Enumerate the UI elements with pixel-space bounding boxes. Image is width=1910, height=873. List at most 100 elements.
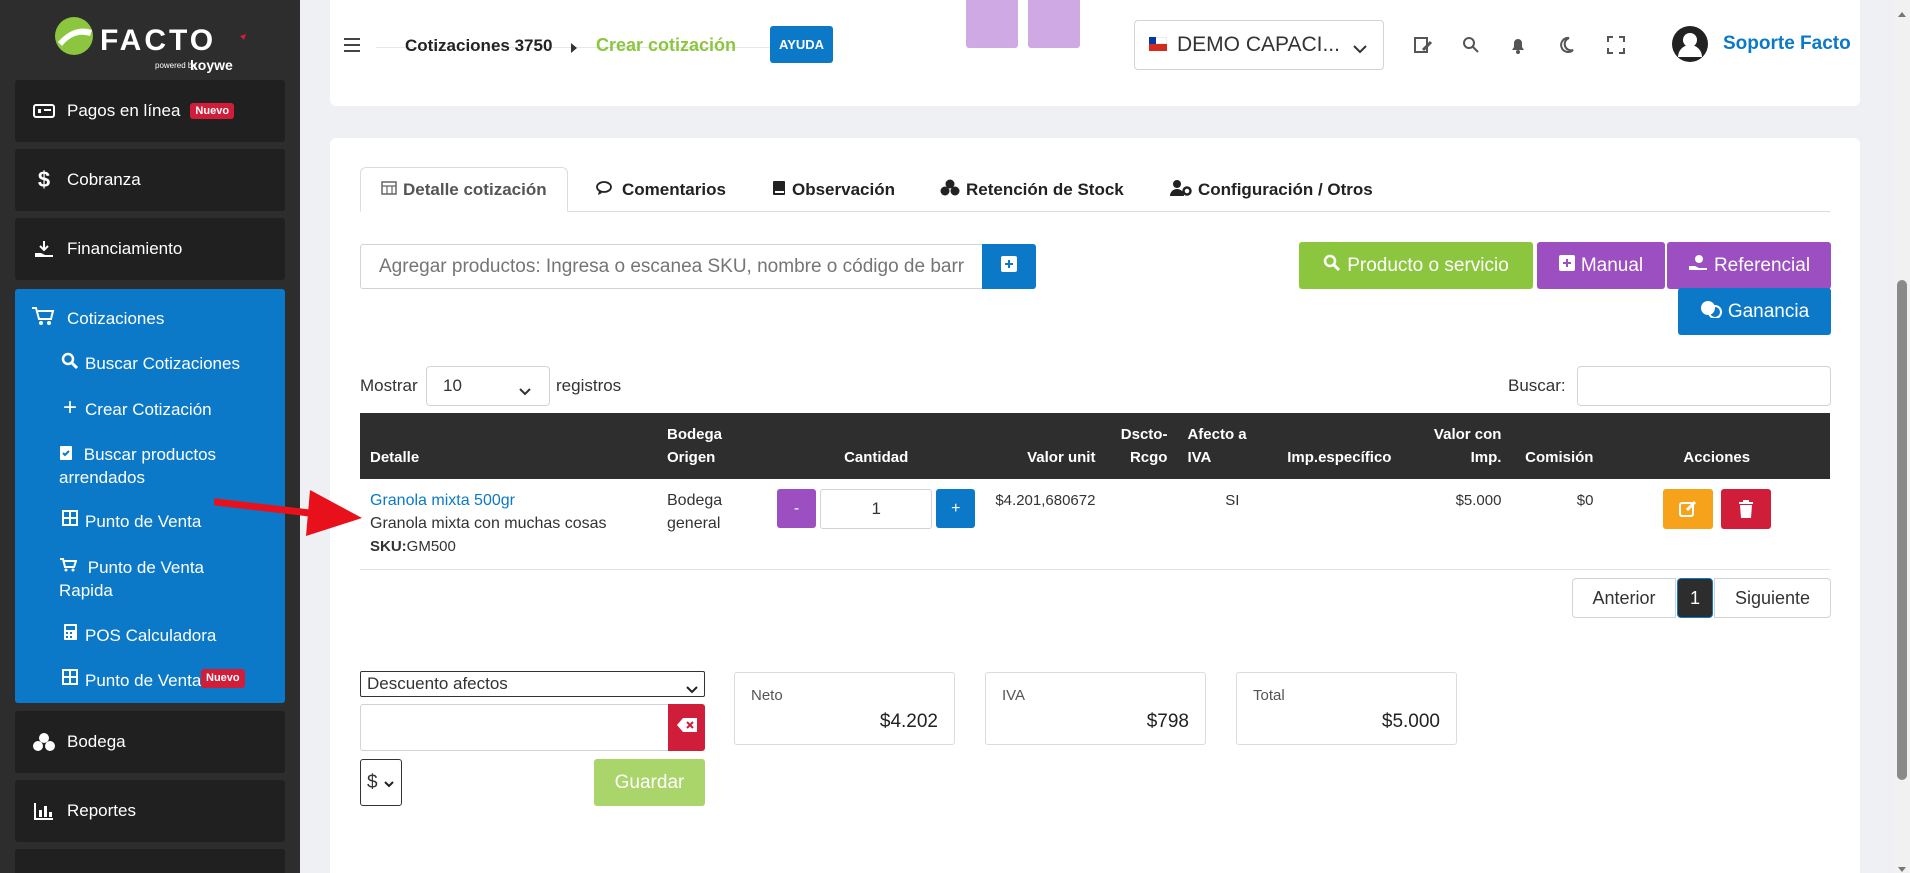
button-label: Producto o servicio xyxy=(1347,254,1509,276)
discount-type-value: Descuento afectos xyxy=(367,674,508,693)
help-button[interactable]: AYUDA xyxy=(770,26,834,63)
bell-icon[interactable] xyxy=(1506,33,1530,57)
show-label: Mostrar xyxy=(360,376,418,395)
menu-toggle-icon[interactable] xyxy=(342,36,362,54)
manual-button[interactable]: Manual xyxy=(1537,242,1665,289)
neto-label: Neto xyxy=(751,687,783,704)
chevron-down-icon xyxy=(686,679,698,699)
sidebar-sub-crear-cotizacion[interactable]: + Crear Cotización xyxy=(59,394,212,421)
sidebar-item-label: Bodega xyxy=(67,732,126,751)
col-imp-especifico: Imp.específico xyxy=(1267,413,1402,479)
annotation-arrow-icon xyxy=(212,486,364,543)
edit-doc-icon[interactable] xyxy=(1411,33,1435,57)
save-button[interactable]: Guardar xyxy=(594,759,705,806)
qty-plus-button[interactable]: + xyxy=(936,489,976,528)
fullscreen-icon[interactable] xyxy=(1604,33,1628,57)
neto-box: Neto $4.202 xyxy=(734,672,955,745)
sidebar-item-label: Pagos en línea xyxy=(67,101,181,120)
cell-cantidad: - 1 + xyxy=(767,479,986,570)
sidebar-item-label: Cobranza xyxy=(67,170,141,189)
product-link[interactable]: Granola mixta 500gr xyxy=(370,489,647,512)
sidebar-sub-buscar-cotizaciones[interactable]: Buscar Cotizaciones xyxy=(59,352,240,375)
cart-icon xyxy=(59,556,79,579)
cell-valor-con-imp: $5.000 xyxy=(1401,479,1512,570)
comments-icon xyxy=(596,180,616,201)
pagination-next[interactable]: Siguiente xyxy=(1714,578,1831,618)
trash-icon xyxy=(1738,500,1753,518)
facto-logo[interactable]: FACTO powered by koywe xyxy=(50,14,250,78)
chile-flag-icon xyxy=(1148,33,1168,57)
scroll-up-icon[interactable] xyxy=(1898,4,1906,22)
sidebar-item-cotizaciones[interactable]: Cotizaciones xyxy=(31,306,164,331)
tab-retencion-stock[interactable]: Retención de Stock xyxy=(940,168,1124,212)
clear-discount-button[interactable] xyxy=(668,704,705,751)
edit-button[interactable] xyxy=(1662,489,1713,529)
page-size-select[interactable]: 10 xyxy=(426,366,550,406)
book-icon xyxy=(772,180,786,201)
discount-value-input[interactable] xyxy=(360,704,669,751)
scroll-down-icon[interactable] xyxy=(1898,860,1906,873)
chevron-down-icon xyxy=(383,772,394,794)
col-cantidad: Cantidad xyxy=(767,413,986,479)
tab-label: Detalle cotización xyxy=(403,179,547,199)
dollar-icon: $ xyxy=(37,167,51,192)
cell-acciones xyxy=(1603,479,1830,570)
plus-icon: + xyxy=(62,394,77,421)
pagination-page-1[interactable]: 1 xyxy=(1677,578,1713,618)
currency-select[interactable]: $ xyxy=(360,759,402,806)
producto-servicio-button[interactable]: Producto o servicio xyxy=(1299,242,1533,289)
col-valor-con-imp: Valor con Imp. xyxy=(1401,413,1512,479)
pagination-prev[interactable]: Anterior xyxy=(1572,578,1676,618)
search-icon[interactable] xyxy=(1459,33,1483,57)
page-scrollbar[interactable] xyxy=(1894,0,1910,873)
button-label: Ganancia xyxy=(1727,300,1810,322)
sidebar-sub-punto-de-venta-nuevo[interactable]: Punto de Venta Nuevo xyxy=(59,669,245,692)
tab-detalle-cotizacion[interactable]: Detalle cotización xyxy=(360,167,568,212)
faded-purple-button xyxy=(966,0,1018,48)
grid-icon xyxy=(59,669,81,692)
tab-configuracion[interactable]: Configuración / Otros xyxy=(1170,168,1373,212)
table-search-input[interactable] xyxy=(1577,366,1831,406)
sidebar-sub-productos-arrendados[interactable]: Buscar productos arrendados xyxy=(59,443,279,489)
user-name[interactable]: Soporte Facto xyxy=(1723,33,1851,55)
discount-type-select[interactable]: Descuento afectos xyxy=(360,671,705,697)
table-row: Granola mixta 500gr Granola mixta con mu… xyxy=(360,479,1830,570)
sidebar-item-more[interactable] xyxy=(15,849,285,873)
boxes-icon xyxy=(940,179,960,202)
table-search-label: Buscar: xyxy=(1508,376,1566,395)
tab-comentarios[interactable]: Comentarios xyxy=(596,168,726,212)
sidebar-sub-pos-calculadora[interactable]: POS Calculadora xyxy=(59,624,216,647)
hand-money-icon xyxy=(31,239,57,259)
sidebar-item-financiamiento[interactable]: Financiamiento xyxy=(15,218,285,280)
sidebar-item-pagos[interactable]: Pagos en línea Nuevo xyxy=(15,80,285,142)
plus-square-icon xyxy=(1001,256,1017,277)
qty-input[interactable]: 1 xyxy=(820,489,933,529)
sidebar-sub-punto-de-venta[interactable]: Punto de Venta xyxy=(59,510,201,533)
product-description: Granola mixta con muchas cosas xyxy=(370,515,607,532)
sidebar-item-label: Financiamiento xyxy=(67,239,183,258)
avatar[interactable] xyxy=(1672,26,1708,67)
sidebar-item-reportes[interactable]: Reportes xyxy=(15,780,285,842)
delete-button[interactable] xyxy=(1720,489,1771,529)
product-search-input[interactable] xyxy=(360,244,982,289)
sidebar-sub-punto-de-venta-rapida[interactable]: Punto de Venta Rapida xyxy=(59,556,259,602)
ganancia-button[interactable]: Ganancia xyxy=(1678,288,1831,335)
grid-icon xyxy=(59,510,81,533)
referencial-button[interactable]: Referencial xyxy=(1667,242,1831,289)
tab-observacion[interactable]: Observación xyxy=(772,168,895,212)
moon-icon[interactable] xyxy=(1554,33,1578,57)
cart-icon xyxy=(31,306,57,331)
scrollbar-thumb[interactable] xyxy=(1897,280,1907,780)
records-label: registros xyxy=(556,376,622,395)
cell-afecto: SI xyxy=(1177,479,1268,570)
button-label: Referencial xyxy=(1713,254,1811,276)
add-product-button[interactable] xyxy=(982,244,1036,289)
cell-detalle: Granola mixta 500gr Granola mixta con mu… xyxy=(360,479,657,570)
company-select[interactable]: DEMO CAPACI... xyxy=(1134,20,1384,70)
col-comision: Comisión xyxy=(1511,413,1604,479)
breadcrumb-cotizaciones[interactable]: Cotizaciones 3750 xyxy=(405,36,552,56)
qty-minus-button[interactable]: - xyxy=(777,489,816,528)
user-gear-icon xyxy=(1170,179,1192,202)
sidebar-item-cobranza[interactable]: $ Cobranza xyxy=(15,149,285,211)
sidebar-item-bodega[interactable]: Bodega xyxy=(15,711,285,773)
